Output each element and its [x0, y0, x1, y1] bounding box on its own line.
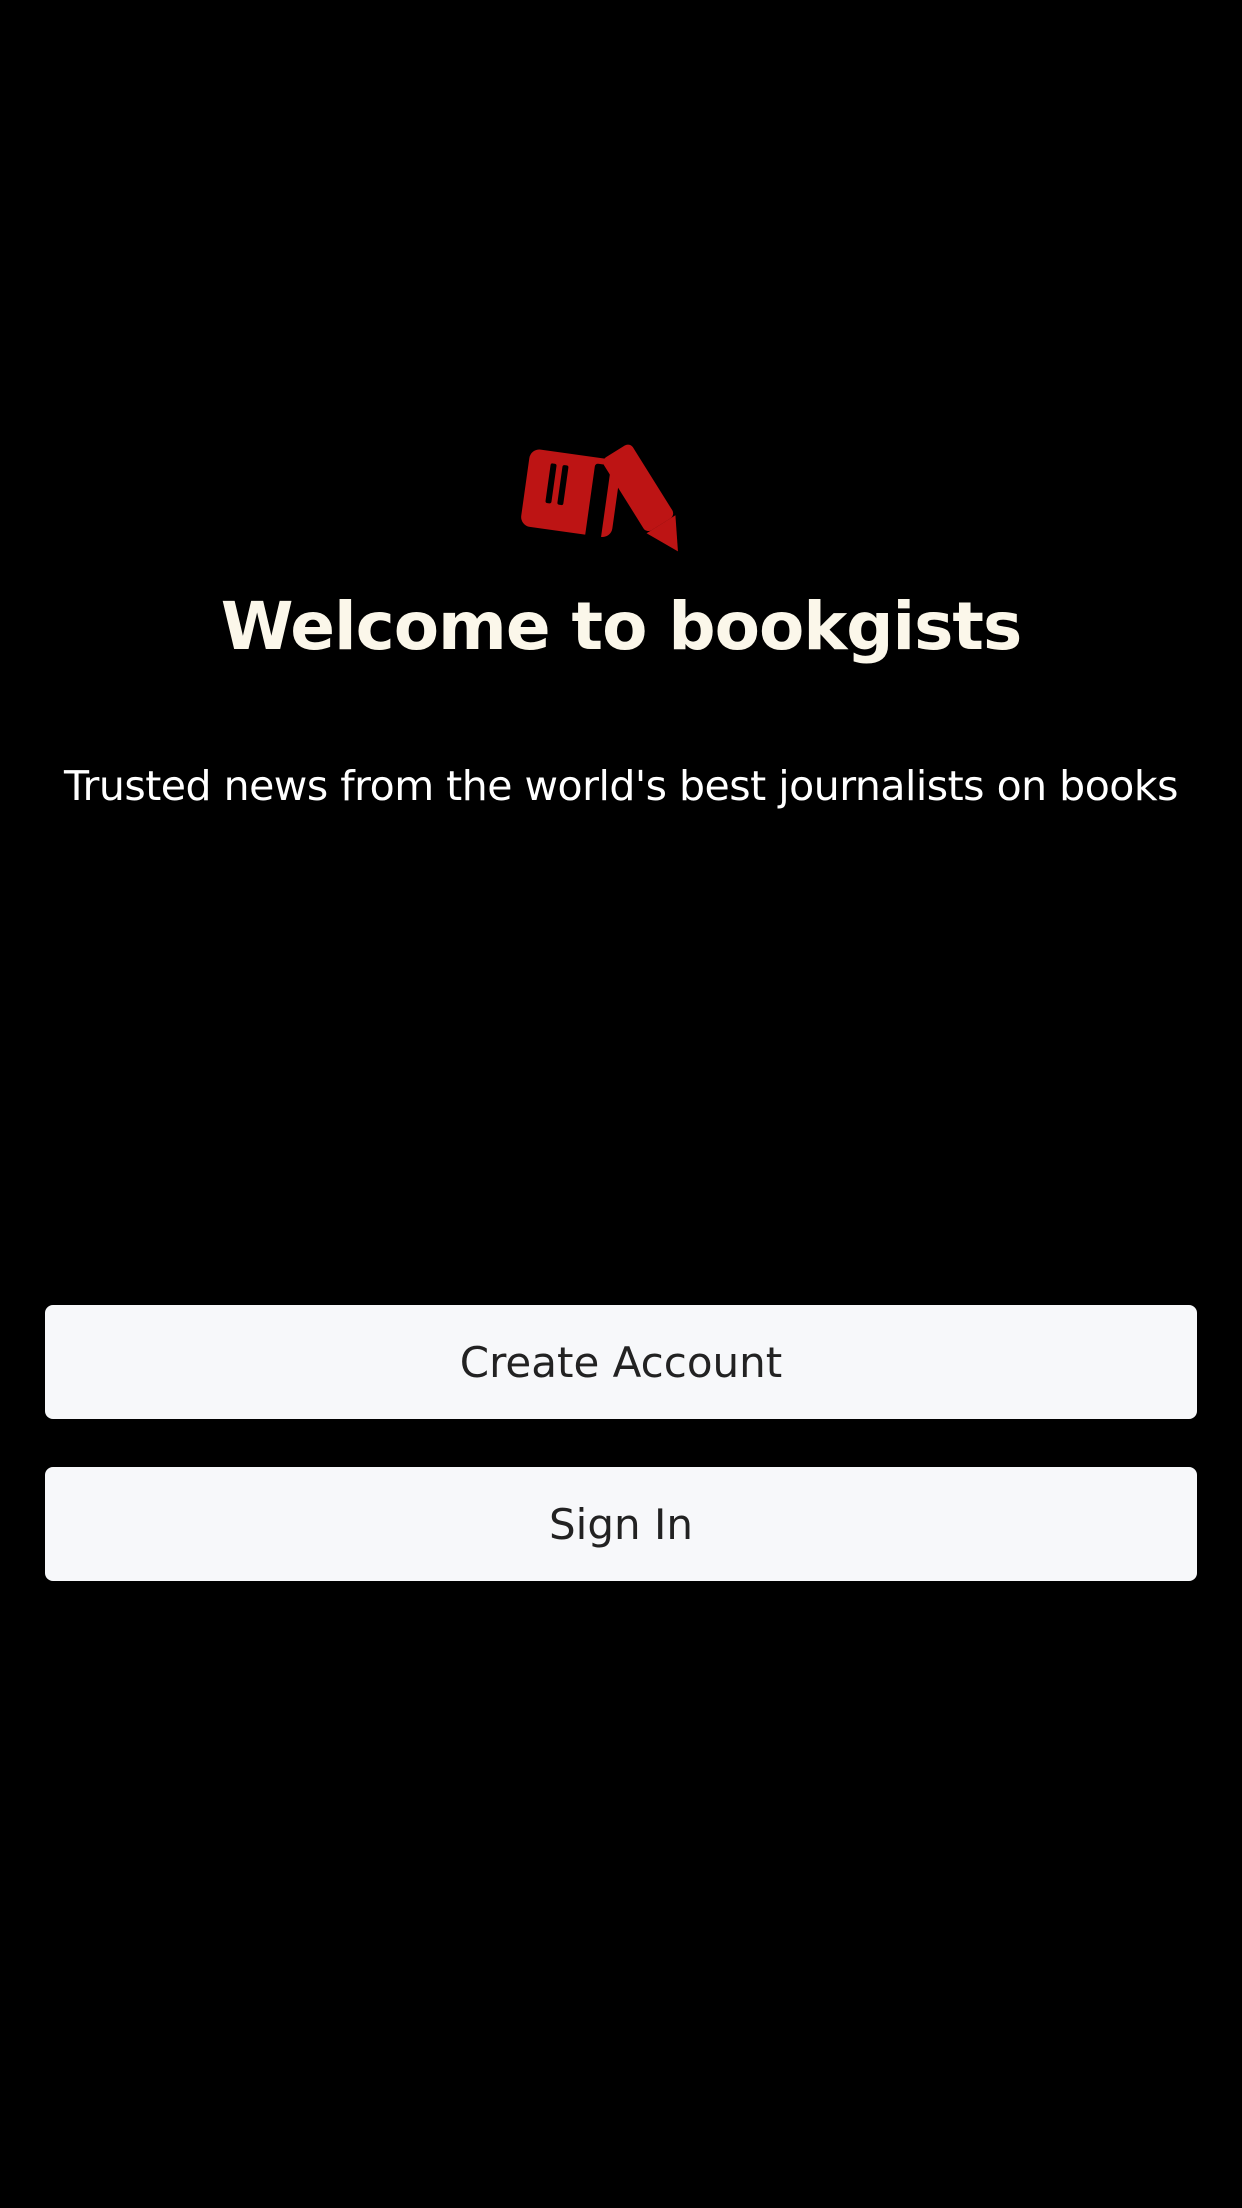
sign-in-button[interactable]: Sign In	[45, 1467, 1197, 1581]
page-title: Welcome to bookgists	[220, 588, 1023, 665]
book-and-pencil-icon	[517, 440, 703, 558]
create-account-button[interactable]: Create Account	[45, 1305, 1197, 1419]
tagline: Trusted news from the world's best journ…	[64, 762, 1178, 810]
welcome-screen: Welcome to bookgists Trusted news from t…	[0, 0, 1242, 2208]
